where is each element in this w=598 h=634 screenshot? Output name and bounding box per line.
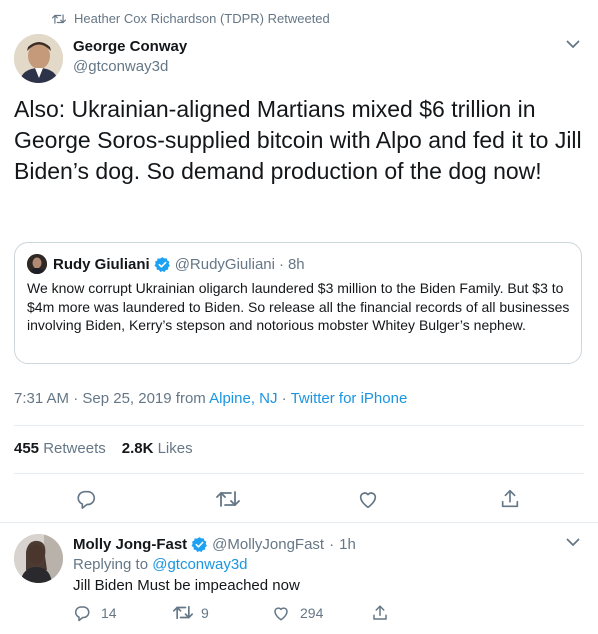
- divider: [14, 425, 584, 426]
- retweets-count: 455: [14, 440, 40, 457]
- reply-retweet-count: 9: [201, 604, 209, 621]
- reply-like-count: 294: [300, 605, 324, 621]
- tweet-text: Also: Ukrainian-aligned Martians mixed $…: [14, 96, 582, 184]
- retweets-stat[interactable]: 455 Retweets: [14, 440, 106, 457]
- verified-badge-icon: [154, 256, 171, 273]
- reply-separator: ·: [329, 536, 335, 553]
- quoted-author-avatar: [27, 254, 47, 274]
- quoted-tweet-text: We know corrupt Ukrainian oligarch laund…: [27, 280, 570, 333]
- tweet-timestamp[interactable]: 7:31 AM · Sep 25, 2019 from: [14, 390, 209, 407]
- share-icon[interactable]: [499, 488, 521, 510]
- quoted-author-name: Rudy Giuliani: [53, 255, 150, 273]
- reply-like-button[interactable]: 294: [272, 604, 323, 622]
- verified-badge-icon: [191, 536, 208, 553]
- reply-reply-button[interactable]: 14: [73, 604, 117, 622]
- quoted-time: 8h: [287, 255, 305, 273]
- divider: [0, 522, 598, 523]
- replying-prefix: Replying to: [73, 556, 153, 573]
- author-avatar[interactable]: [14, 34, 63, 83]
- reply-retweet-button[interactable]: 9: [173, 604, 209, 621]
- replying-to: Replying to @gtconway3d: [73, 556, 248, 573]
- chevron-down-icon[interactable]: [566, 538, 580, 547]
- tweet-stats: 455 Retweets 2.8K Likes: [14, 440, 193, 457]
- reply-header: Molly Jong-Fast @MollyJongFast · 1h: [73, 536, 356, 553]
- author-handle[interactable]: @gtconway3d: [73, 58, 168, 75]
- likes-label: Likes: [157, 440, 193, 457]
- tweet-meta: 7:31 AM · Sep 25, 2019 from Alpine, NJ ·…: [14, 390, 407, 407]
- retweet-icon: [52, 13, 66, 25]
- divider: [14, 473, 584, 474]
- reply-author-name[interactable]: Molly Jong-Fast: [73, 536, 187, 553]
- replying-to-handle[interactable]: @gtconway3d: [152, 556, 247, 573]
- reply-icon[interactable]: [75, 488, 97, 510]
- like-icon[interactable]: [357, 488, 379, 510]
- tweet-location[interactable]: Alpine, NJ: [209, 390, 277, 407]
- quoted-separator: ·: [278, 255, 284, 273]
- like-icon: [272, 604, 290, 622]
- reply-text: Jill Biden Must be impeached now: [73, 577, 300, 594]
- retweet-context[interactable]: Heather Cox Richardson (TDPR) Retweeted: [52, 11, 330, 26]
- likes-count: 2.8K: [121, 440, 154, 457]
- tweet-client[interactable]: Twitter for iPhone: [291, 390, 408, 407]
- chevron-down-icon[interactable]: [566, 40, 580, 49]
- reply-time[interactable]: 1h: [339, 536, 356, 553]
- reply-author-handle[interactable]: @MollyJongFast: [212, 536, 324, 553]
- author-name[interactable]: George Conway: [73, 38, 187, 55]
- quoted-author-handle: @RudyGiuliani: [174, 255, 275, 273]
- quoted-tweet[interactable]: Rudy Giuliani @RudyGiuliani · 8h We know…: [14, 242, 582, 364]
- meta-separator: ·: [277, 390, 291, 407]
- reply-author-avatar[interactable]: [14, 534, 63, 583]
- quoted-tweet-header: Rudy Giuliani @RudyGiuliani · 8h: [27, 254, 305, 274]
- retweets-label: Retweets: [43, 440, 106, 457]
- likes-stat[interactable]: 2.8K Likes: [122, 440, 193, 457]
- reply-actions: 14 9 294: [73, 604, 473, 626]
- reply-share-button[interactable]: [371, 604, 389, 622]
- share-icon: [371, 604, 389, 622]
- retweet-icon[interactable]: [216, 488, 240, 510]
- reply-icon: [73, 604, 91, 622]
- reply-reply-count: 14: [101, 605, 117, 621]
- retweet-context-label: Heather Cox Richardson (TDPR) Retweeted: [74, 11, 330, 26]
- retweet-icon: [173, 604, 193, 621]
